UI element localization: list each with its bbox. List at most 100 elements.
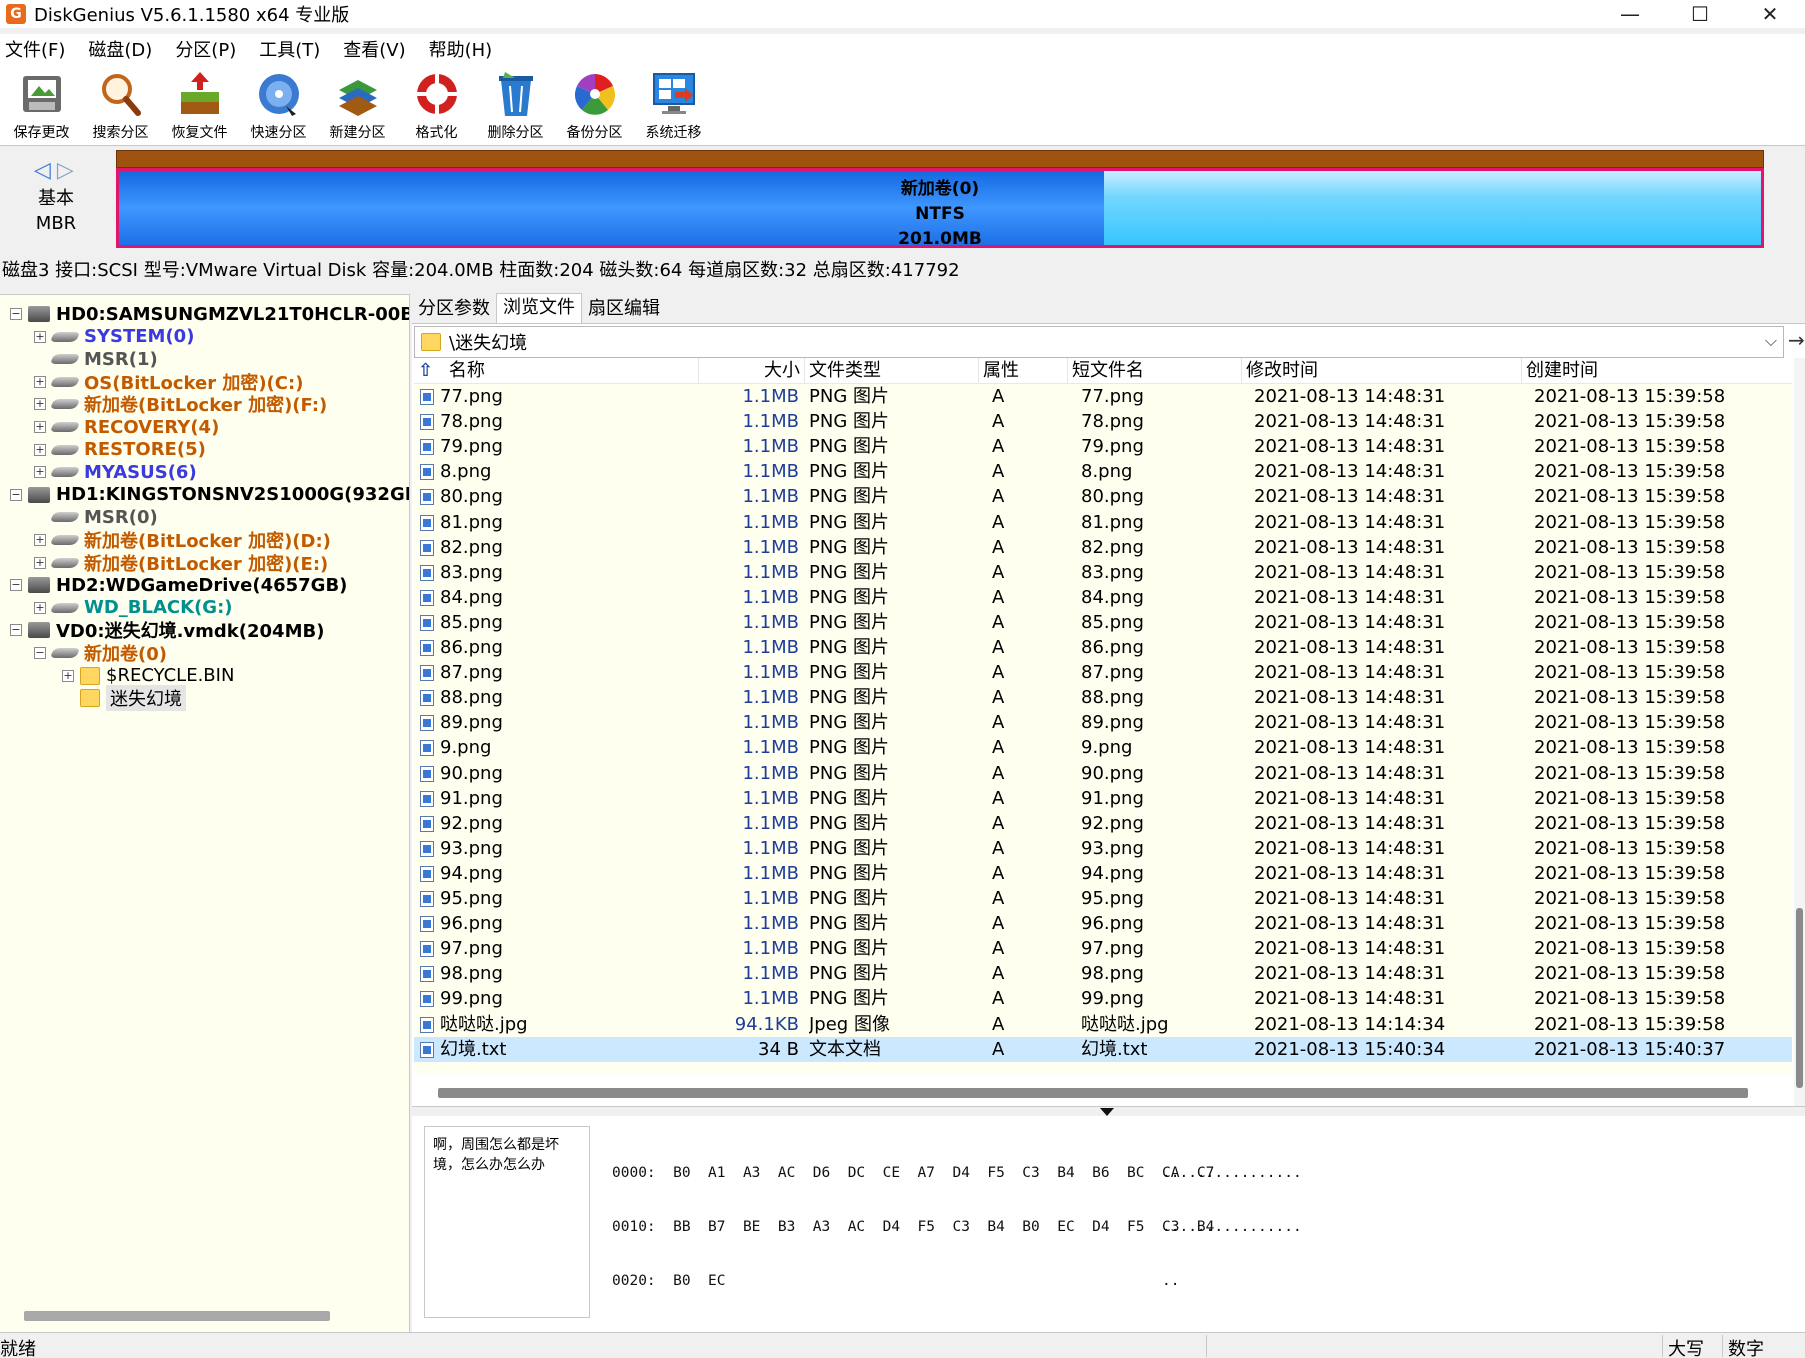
cell-size: 1.1MB xyxy=(742,511,799,533)
table-row[interactable]: 85.png 1.1MB PNG 图片 A 85.png 2021-08-13 14:48… xyxy=(414,610,1792,635)
table-row[interactable]: 幻境.txt 34 B 文本文档 A 幻境.txt 2021-08-13 15:40:34… xyxy=(414,1036,1792,1062)
table-row[interactable]: 99.png 1.1MB PNG 图片 A 99.png 2021-08-13 14:48… xyxy=(414,986,1792,1011)
cell-modified: 2021-08-13 14:48:31 xyxy=(1254,486,1446,508)
column-type[interactable]: 文件类型 xyxy=(805,358,979,384)
file-list-horizontal-scrollbar[interactable] xyxy=(438,1088,1748,1098)
system-migration-button[interactable]: 系统迁移 xyxy=(634,64,713,146)
expand-icon[interactable]: + xyxy=(34,398,46,411)
table-row[interactable]: 81.png 1.1MB PNG 图片 A 81.png 2021-08-13 14:48… xyxy=(414,510,1792,535)
tree-folder-item[interactable]: 迷失幻境 xyxy=(62,685,186,712)
table-row[interactable]: 98.png 1.1MB PNG 图片 A 98.png 2021-08-13 14:48… xyxy=(414,961,1792,986)
expand-icon[interactable]: + xyxy=(34,556,46,569)
cell-short: 83.png xyxy=(1081,561,1144,583)
quick-partition-button[interactable]: 快速分区 xyxy=(239,64,318,146)
column-attributes[interactable]: 属性 xyxy=(979,358,1068,384)
up-folder-icon[interactable]: ⇧ xyxy=(418,360,433,381)
table-row[interactable]: 87.png 1.1MB PNG 图片 A 87.png 2021-08-13 14:48… xyxy=(414,660,1792,685)
path-bar[interactable]: \迷失幻境 ⌵ xyxy=(414,326,1784,358)
ascii-dump: ................ ................ .. xyxy=(1162,1128,1302,1326)
partition-icon xyxy=(49,535,81,545)
expand-icon[interactable]: + xyxy=(34,421,46,433)
next-disk-icon[interactable]: ▷ xyxy=(57,158,74,183)
column-short-name[interactable]: 短文件名 xyxy=(1068,358,1242,384)
table-row[interactable]: 83.png 1.1MB PNG 图片 A 83.png 2021-08-13 14:48… xyxy=(414,560,1792,585)
table-row[interactable]: 86.png 1.1MB PNG 图片 A 86.png 2021-08-13 14:48… xyxy=(414,635,1792,660)
table-row[interactable]: 97.png 1.1MB PNG 图片 A 97.png 2021-08-13 14:48… xyxy=(414,936,1792,961)
tree-horizontal-scrollbar[interactable] xyxy=(24,1311,330,1321)
expand-icon[interactable]: + xyxy=(34,466,46,479)
expand-icon[interactable]: + xyxy=(34,330,46,343)
expand-icon[interactable]: + xyxy=(62,669,74,682)
chevron-down-icon[interactable]: ⌵ xyxy=(1765,331,1777,351)
backup-partition-button[interactable]: 备份分区 xyxy=(555,64,634,146)
table-row[interactable]: 8.png 1.1MB PNG 图片 A 8.png 2021-08-13 14:48:3… xyxy=(414,459,1792,484)
collapse-icon[interactable]: − xyxy=(10,308,22,320)
delete-partition-button[interactable]: 删除分区 xyxy=(476,64,555,146)
close-button[interactable]: ✕ xyxy=(1735,0,1805,28)
file-list-vertical-scrollbar[interactable] xyxy=(1794,358,1805,1138)
recover-files-button[interactable]: 恢复文件 xyxy=(160,64,239,146)
cell-short: 94.png xyxy=(1081,862,1144,884)
new-partition-button[interactable]: 新建分区 xyxy=(318,64,397,146)
table-row[interactable]: 91.png 1.1MB PNG 图片 A 91.png 2021-08-13 14:48… xyxy=(414,786,1792,811)
cell-modified: 2021-08-13 14:48:31 xyxy=(1254,561,1446,583)
tree-item-label: $RECYCLE.BIN xyxy=(106,665,235,687)
table-row[interactable]: 88.png 1.1MB PNG 图片 A 88.png 2021-08-13 14:48… xyxy=(414,685,1792,710)
collapse-icon[interactable]: − xyxy=(34,647,46,659)
partition-block[interactable]: 新加卷(0) NTFS 201.0MB xyxy=(116,150,1764,252)
table-row[interactable]: 79.png 1.1MB PNG 图片 A 79.png 2021-08-13 14:48… xyxy=(414,434,1792,459)
search-partition-button[interactable]: 搜索分区 xyxy=(81,64,160,146)
collapse-arrow-icon[interactable] xyxy=(1100,1108,1114,1116)
table-row[interactable]: 哒哒哒.jpg 94.1KB Jpeg 图像 A 哒哒哒.jpg 2021-08-13 1… xyxy=(414,1012,1792,1037)
table-row[interactable]: 95.png 1.1MB PNG 图片 A 95.png 2021-08-13 14:48… xyxy=(414,886,1792,911)
menu-file[interactable]: 文件(F) xyxy=(0,36,70,62)
save-changes-button[interactable]: 保存更改 xyxy=(2,64,81,146)
expand-icon[interactable]: + xyxy=(34,375,46,388)
folder-icon xyxy=(80,689,100,708)
tab-sector-edit[interactable]: 扇区编辑 xyxy=(582,295,666,323)
table-row[interactable]: 9.png 1.1MB PNG 图片 A 9.png 2021-08-13 14:48:3… xyxy=(414,735,1792,760)
cell-attr: A xyxy=(992,386,1005,407)
menu-view[interactable]: 查看(V) xyxy=(338,36,410,62)
table-row[interactable]: 96.png 1.1MB PNG 图片 A 96.png 2021-08-13 14:48… xyxy=(414,911,1792,936)
table-row[interactable]: 92.png 1.1MB PNG 图片 A 92.png 2021-08-13 14:48… xyxy=(414,811,1792,836)
expand-icon[interactable]: + xyxy=(34,443,46,456)
expand-icon[interactable]: + xyxy=(34,601,46,614)
collapse-icon[interactable]: − xyxy=(10,624,22,637)
table-row[interactable]: 82.png 1.1MB PNG 图片 A 82.png 2021-08-13 14:48… xyxy=(414,535,1792,560)
partition-icon xyxy=(49,512,81,523)
menu-tools[interactable]: 工具(T) xyxy=(254,36,325,62)
cell-type: PNG 图片 xyxy=(809,536,889,558)
column-size[interactable]: 大小 xyxy=(699,358,805,384)
tab-browse-files[interactable]: 浏览文件 xyxy=(496,293,582,323)
table-row[interactable]: 89.png 1.1MB PNG 图片 A 89.png 2021-08-13 14:48… xyxy=(414,710,1792,735)
cell-size: 34 B xyxy=(758,1038,799,1060)
maximize-button[interactable]: ☐ xyxy=(1665,0,1735,28)
column-name[interactable]: ⇧ 名称 xyxy=(414,358,699,384)
collapse-icon[interactable]: − xyxy=(10,579,22,592)
vertical-scroll-thumb[interactable] xyxy=(1796,908,1803,1088)
column-modified[interactable]: 修改时间 xyxy=(1242,358,1522,384)
menu-help[interactable]: 帮助(H) xyxy=(424,36,498,62)
column-created[interactable]: 创建时间 xyxy=(1522,358,1792,384)
cell-type: Jpeg 图像 xyxy=(809,1013,890,1035)
go-arrow-icon[interactable]: → xyxy=(1788,328,1805,352)
table-row[interactable]: 84.png 1.1MB PNG 图片 A 84.png 2021-08-13 14:48… xyxy=(414,585,1792,610)
expand-icon[interactable]: + xyxy=(34,534,46,546)
tab-partition-params[interactable]: 分区参数 xyxy=(412,295,496,323)
cell-modified: 2021-08-13 14:48:31 xyxy=(1254,461,1446,483)
previous-disk-icon[interactable]: ◁ xyxy=(34,158,51,183)
collapse-icon[interactable]: − xyxy=(10,488,22,501)
minimize-button[interactable]: — xyxy=(1595,0,1665,28)
table-row[interactable]: 78.png 1.1MB PNG 图片 A 78.png 2021-08-13 14:48… xyxy=(414,409,1792,434)
cell-type: PNG 图片 xyxy=(809,862,889,884)
table-row[interactable]: 80.png 1.1MB PNG 图片 A 80.png 2021-08-13 14:48… xyxy=(414,484,1792,509)
menu-partition[interactable]: 分区(P) xyxy=(170,36,241,62)
table-row[interactable]: 94.png 1.1MB PNG 图片 A 94.png 2021-08-13 14:48… xyxy=(414,861,1792,886)
table-row[interactable]: 93.png 1.1MB PNG 图片 A 93.png 2021-08-13 14:48… xyxy=(414,836,1792,861)
table-row[interactable]: 77.png 1.1MB PNG 图片 A 77.png 2021-08-13 14:48… xyxy=(414,384,1792,409)
cell-attr: A xyxy=(992,536,1005,558)
table-row[interactable]: 90.png 1.1MB PNG 图片 A 90.png 2021-08-13 14:48… xyxy=(414,761,1792,786)
format-button[interactable]: 格式化 xyxy=(397,64,476,146)
menu-disk[interactable]: 磁盘(D) xyxy=(83,36,157,62)
